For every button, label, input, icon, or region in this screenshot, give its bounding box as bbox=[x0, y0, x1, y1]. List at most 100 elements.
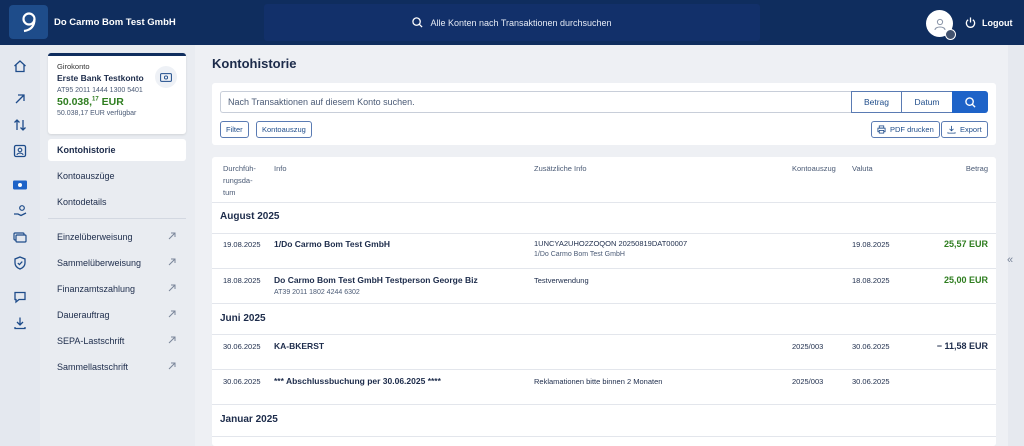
chat-icon[interactable] bbox=[11, 288, 29, 306]
transaction-search-input[interactable]: Nach Transaktionen auf diesem Konto such… bbox=[220, 91, 851, 113]
logo-icon bbox=[21, 12, 36, 33]
logout-button[interactable]: Logout bbox=[965, 0, 1013, 45]
row-divider bbox=[212, 334, 996, 335]
header-date: Durchfüh- rungsda- tum bbox=[223, 164, 256, 197]
global-search-placeholder: Alle Konten nach Transaktionen durchsuch… bbox=[430, 17, 612, 28]
row-date: 30.06.2025 bbox=[223, 377, 261, 386]
search-panel: Nach Transaktionen auf diesem Konto such… bbox=[212, 83, 996, 145]
row-info: KA-BKERST bbox=[274, 341, 325, 351]
row-extra: 1UNCYA2UHO2ZOQON 20250819DAT00007 bbox=[534, 239, 688, 248]
logout-label: Logout bbox=[982, 17, 1013, 28]
shield-icon[interactable] bbox=[11, 254, 29, 272]
home-icon[interactable] bbox=[11, 57, 29, 75]
search-submit-button[interactable] bbox=[952, 91, 988, 113]
sidebar-item-dauerauftrag[interactable]: Dauerauftrag bbox=[48, 304, 186, 326]
sidebar-item-sammellastschrift[interactable]: Sammellastschrift bbox=[48, 356, 186, 378]
row-statement: 2025/003 bbox=[792, 377, 824, 386]
row-statement: 2025/003 bbox=[792, 342, 824, 351]
account-card[interactable]: Girokonto Erste Bank Testkonto AT95 2011… bbox=[48, 53, 186, 134]
settings-badge-icon bbox=[945, 29, 956, 40]
row-divider bbox=[212, 369, 996, 370]
group-label: Juni 2025 bbox=[220, 313, 266, 324]
row-amount: 25,57 EUR bbox=[943, 239, 988, 249]
row-info: 1/Do Carmo Bom Test GmbH bbox=[274, 239, 391, 249]
row-valuta: 30.06.2025 bbox=[852, 342, 890, 351]
search-icon bbox=[964, 96, 976, 108]
export-button[interactable]: Export bbox=[941, 121, 988, 138]
account-balance: 50.038,17 EUR bbox=[57, 96, 124, 108]
row-extra: Testverwendung bbox=[534, 276, 589, 285]
hand-coin-icon[interactable] bbox=[11, 202, 29, 220]
betrag-button[interactable]: Betrag bbox=[851, 91, 902, 113]
transfer-arrows-icon[interactable] bbox=[11, 116, 29, 134]
external-link-icon bbox=[168, 232, 176, 242]
row-valuta: 18.08.2025 bbox=[852, 276, 890, 285]
pdf-print-button[interactable]: PDF drucken bbox=[871, 121, 940, 138]
datum-button[interactable]: Datum bbox=[902, 91, 953, 113]
row-divider bbox=[212, 268, 996, 269]
top-bar: Do Carmo Bom Test GmbH Alle Konten nach … bbox=[0, 0, 1024, 45]
external-link-icon bbox=[168, 362, 176, 372]
row-info: Do Carmo Bom Test GmbH Testperson George… bbox=[274, 275, 478, 285]
header-statement: Kontoauszug bbox=[792, 164, 836, 173]
header-info: Info bbox=[274, 164, 287, 173]
kontoauszug-button[interactable]: Kontoauszug bbox=[256, 121, 312, 138]
row-divider bbox=[212, 233, 996, 234]
group-label: Januar 2025 bbox=[220, 414, 278, 425]
sidebar-item-kontohistorie[interactable]: Kontohistorie bbox=[48, 139, 186, 161]
row-divider bbox=[212, 436, 996, 437]
right-panel-strip bbox=[1008, 45, 1024, 446]
row-valuta: 30.06.2025 bbox=[852, 377, 890, 386]
account-card-icon[interactable] bbox=[11, 142, 29, 160]
account-iban: AT95 2011 1444 1300 5401 bbox=[57, 87, 143, 94]
cards-icon[interactable] bbox=[11, 228, 29, 246]
row-divider bbox=[212, 404, 996, 405]
row-date: 18.08.2025 bbox=[223, 276, 261, 285]
sidebar-item-kontoauszuege[interactable]: Kontoauszüge bbox=[48, 165, 186, 187]
page-title: Kontohistorie bbox=[212, 56, 297, 71]
row-date: 19.08.2025 bbox=[223, 240, 261, 249]
avatar[interactable] bbox=[926, 10, 956, 40]
row-info-sub: AT39 2011 1802 4244 6302 bbox=[274, 289, 360, 296]
icon-rail bbox=[0, 45, 40, 446]
sidebar-divider bbox=[48, 218, 186, 219]
account-switch-icon[interactable] bbox=[155, 66, 177, 88]
download-icon[interactable] bbox=[11, 314, 29, 332]
arrow-up-right-icon[interactable] bbox=[11, 90, 29, 108]
row-divider bbox=[212, 303, 996, 304]
user-icon bbox=[934, 18, 945, 30]
row-amount: − 11,58 EUR bbox=[936, 341, 988, 351]
header-amount: Betrag bbox=[965, 164, 988, 173]
sidebar-item-sammelueberweisung[interactable]: Sammelüberweisung bbox=[48, 252, 186, 274]
sidebar-item-finanzamtszahlung[interactable]: Finanzamtszahlung bbox=[48, 278, 186, 300]
header-extra-info: Zusätzliche Info bbox=[534, 164, 587, 173]
external-link-icon bbox=[168, 310, 176, 320]
sidebar-item-sepa-lastschrift[interactable]: SEPA-Lastschrift bbox=[48, 330, 186, 352]
row-date: 30.06.2025 bbox=[223, 342, 261, 351]
bank-logo[interactable] bbox=[9, 5, 48, 39]
export-icon bbox=[947, 125, 956, 134]
sidebar-item-einzelueberweisung[interactable]: Einzelüberweisung bbox=[48, 226, 186, 248]
external-link-icon bbox=[168, 258, 176, 268]
search-icon bbox=[412, 17, 423, 28]
power-icon bbox=[965, 17, 976, 28]
group-label: August 2025 bbox=[220, 211, 280, 222]
row-amount: 25,00 EUR bbox=[943, 275, 988, 285]
row-info: *** Abschlussbuchung per 30.06.2025 **** bbox=[274, 376, 441, 386]
header-divider bbox=[212, 202, 996, 203]
transactions-table: Durchfüh- rungsda- tum Info Zusätzliche … bbox=[212, 157, 996, 446]
expand-panel-icon[interactable]: « bbox=[1007, 254, 1013, 266]
row-valuta: 19.08.2025 bbox=[852, 240, 890, 249]
global-search[interactable]: Alle Konten nach Transaktionen durchsuch… bbox=[264, 4, 760, 41]
company-name: Do Carmo Bom Test GmbH bbox=[54, 17, 176, 28]
banknote-icon[interactable] bbox=[11, 176, 29, 194]
external-link-icon bbox=[168, 336, 176, 346]
filter-button[interactable]: Filter bbox=[220, 121, 249, 138]
printer-icon bbox=[877, 125, 886, 134]
row-extra-sub: 1/Do Carmo Bom Test GmbH bbox=[534, 251, 625, 258]
account-available: 50.038,17 EUR verfügbar bbox=[57, 110, 137, 117]
external-link-icon bbox=[168, 284, 176, 294]
row-extra: Reklamationen bitte binnen 2 Monaten bbox=[534, 377, 663, 386]
header-valuta: Valuta bbox=[852, 164, 873, 173]
sidebar-item-kontodetails[interactable]: Kontodetails bbox=[48, 191, 186, 213]
